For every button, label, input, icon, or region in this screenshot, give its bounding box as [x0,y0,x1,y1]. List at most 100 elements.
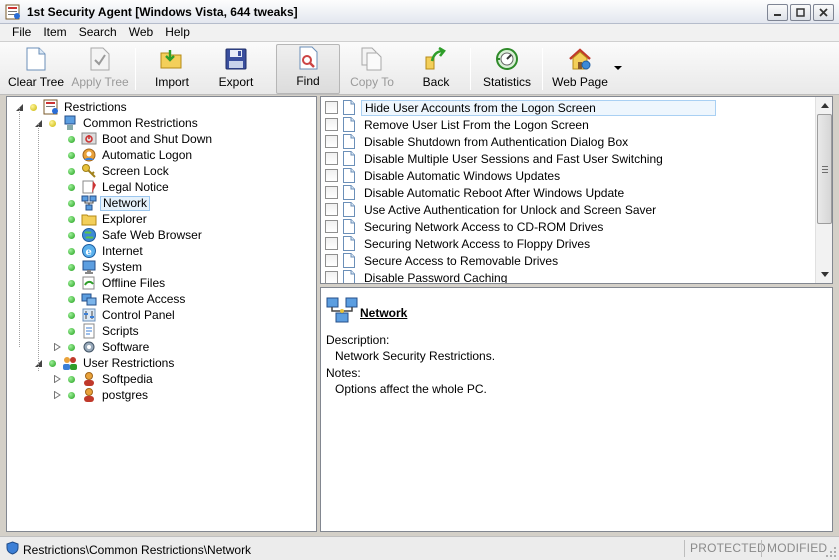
tree-node-label: Control Panel [102,307,175,322]
tree-node-internet[interactable]: e Internet [53,243,145,259]
tree-node-common-restrictions[interactable]: Common Restrictions [34,115,200,131]
tweak-checkbox[interactable] [325,152,338,165]
tree-node-user-postgres[interactable]: postgres [53,387,150,403]
tweak-checkbox[interactable] [325,169,338,182]
tree-node-label: Explorer [102,211,147,226]
status-green-dot-icon [68,167,75,175]
tweak-checkbox[interactable] [325,254,338,267]
tweak-checkbox[interactable] [325,271,338,283]
tree-node-label: postgres [102,387,149,402]
toolbar-separator [470,48,471,90]
tree-node-screen-lock[interactable]: Screen Lock [53,163,171,179]
list-item[interactable]: Remove User List From the Logon Screen [325,116,592,133]
list-item[interactable]: Disable Password Caching [325,269,510,283]
find-page-icon [295,45,321,71]
remote-access-icon [81,291,97,307]
tree-node-remote-access[interactable]: Remote Access [53,291,187,307]
tree-node-user-softpedia[interactable]: Softpedia [53,371,155,387]
menu-file[interactable]: File [6,24,37,41]
statistics-button[interactable]: Statistics [482,44,532,94]
software-icon [81,339,97,355]
export-button[interactable]: Export [214,44,258,94]
list-vertical-scrollbar[interactable] [815,97,832,283]
list-item[interactable]: Disable Shutdown from Authentication Dia… [325,133,631,150]
menu-help[interactable]: Help [159,24,196,41]
tweak-checkbox[interactable] [325,186,338,199]
list-item[interactable]: Hide User Accounts from the Logon Screen [325,99,716,116]
document-icon [343,236,355,251]
tree-node-software[interactable]: Software [53,339,151,355]
tree-node-label: Internet [102,243,143,258]
tree-node-user-restrictions[interactable]: User Restrictions [34,355,176,371]
web-page-dropdown-arrow-icon[interactable] [614,66,622,70]
document-icon [343,219,355,234]
restrictions-tree[interactable]: Restrictions Common Restrictions Boot and … [6,96,317,532]
scroll-up-arrow-icon[interactable] [818,99,831,112]
web-page-button[interactable]: Web Page [552,44,608,94]
scroll-down-arrow-icon[interactable] [818,268,831,281]
tweak-checkbox[interactable] [325,118,338,131]
find-button[interactable]: Find [276,44,340,94]
list-item[interactable]: Disable Automatic Reboot After Windows U… [325,184,627,201]
list-item[interactable]: Use Active Authentication for Unlock and… [325,201,659,218]
toolbar-separator [542,48,543,90]
svg-text:e: e [86,247,92,258]
import-button[interactable]: Import [150,44,194,94]
tree-node-explorer[interactable]: Explorer [53,211,149,227]
scrollbar-thumb[interactable] [817,114,832,224]
tree-node-restrictions[interactable]: Restrictions [15,99,129,115]
shield-icon [6,541,19,558]
clear-tree-button[interactable]: Clear Tree [8,44,64,94]
minimize-button[interactable] [767,4,788,21]
tree-node-safe-web-browser[interactable]: Safe Web Browser [53,227,204,243]
expand-arrow-icon[interactable] [53,343,62,352]
status-green-dot-icon [68,215,75,223]
key-icon [81,163,97,179]
copy-to-button[interactable]: Copy To [348,44,396,94]
back-arrow-icon [423,46,449,72]
status-green-dot-icon [68,183,75,191]
menu-bar: File Item Search Web Help [0,24,839,41]
tree-node-automatic-logon[interactable]: Automatic Logon [53,147,194,163]
expand-arrow-icon[interactable] [53,391,62,400]
apply-tree-button[interactable]: Apply Tree [70,44,130,94]
list-item[interactable]: Securing Network Access to Floppy Drives [325,235,593,252]
network-computers-icon [326,296,358,329]
close-icon [819,8,828,17]
menu-web[interactable]: Web [123,24,159,41]
tree-node-network[interactable]: Network [53,195,151,211]
status-green-dot-icon [68,391,75,399]
tree-node-control-panel[interactable]: Control Panel [53,307,177,323]
menu-search[interactable]: Search [73,24,123,41]
back-button[interactable]: Back [418,44,454,94]
tweak-checkbox[interactable] [325,203,338,216]
tree-node-scripts[interactable]: Scripts [53,323,141,339]
list-item[interactable]: Disable Multiple User Sessions and Fast … [325,150,666,167]
copy-pages-icon [359,46,385,72]
list-item[interactable]: Secure Access to Removable Drives [325,252,561,269]
expand-arrow-icon[interactable] [53,375,62,384]
tree-node-offline-files[interactable]: Offline Files [53,275,167,291]
tweak-checkbox[interactable] [325,101,338,114]
tweak-checkbox[interactable] [325,237,338,250]
menu-item[interactable]: Item [37,24,72,41]
tree-node-boot-and-shut-down[interactable]: Boot and Shut Down [53,131,214,147]
tweak-checkbox[interactable] [325,135,338,148]
notes-label: Notes: [326,366,361,380]
status-path-text: Restrictions\Common Restrictions\Network [23,542,252,557]
list-item[interactable]: Securing Network Access to CD-ROM Drives [325,218,606,235]
restrictions-icon [43,99,59,115]
list-item[interactable]: Disable Automatic Windows Updates [325,167,563,184]
home-icon [567,46,593,72]
status-green-dot-icon [68,279,75,287]
document-icon [343,185,355,200]
close-button[interactable] [813,4,834,21]
tree-node-legal-notice[interactable]: Legal Notice [53,179,171,195]
tree-node-system[interactable]: System [53,259,144,275]
tweak-list[interactable]: Hide User Accounts from the Logon Screen… [320,96,833,284]
maximize-button[interactable] [790,4,811,21]
tweak-label: Securing Network Access to Floppy Drives [364,236,591,251]
tweak-checkbox[interactable] [325,220,338,233]
title-bar: 1st Security Agent [Windows Vista, 644 t… [0,0,839,24]
resize-grip-icon[interactable] [825,546,837,558]
